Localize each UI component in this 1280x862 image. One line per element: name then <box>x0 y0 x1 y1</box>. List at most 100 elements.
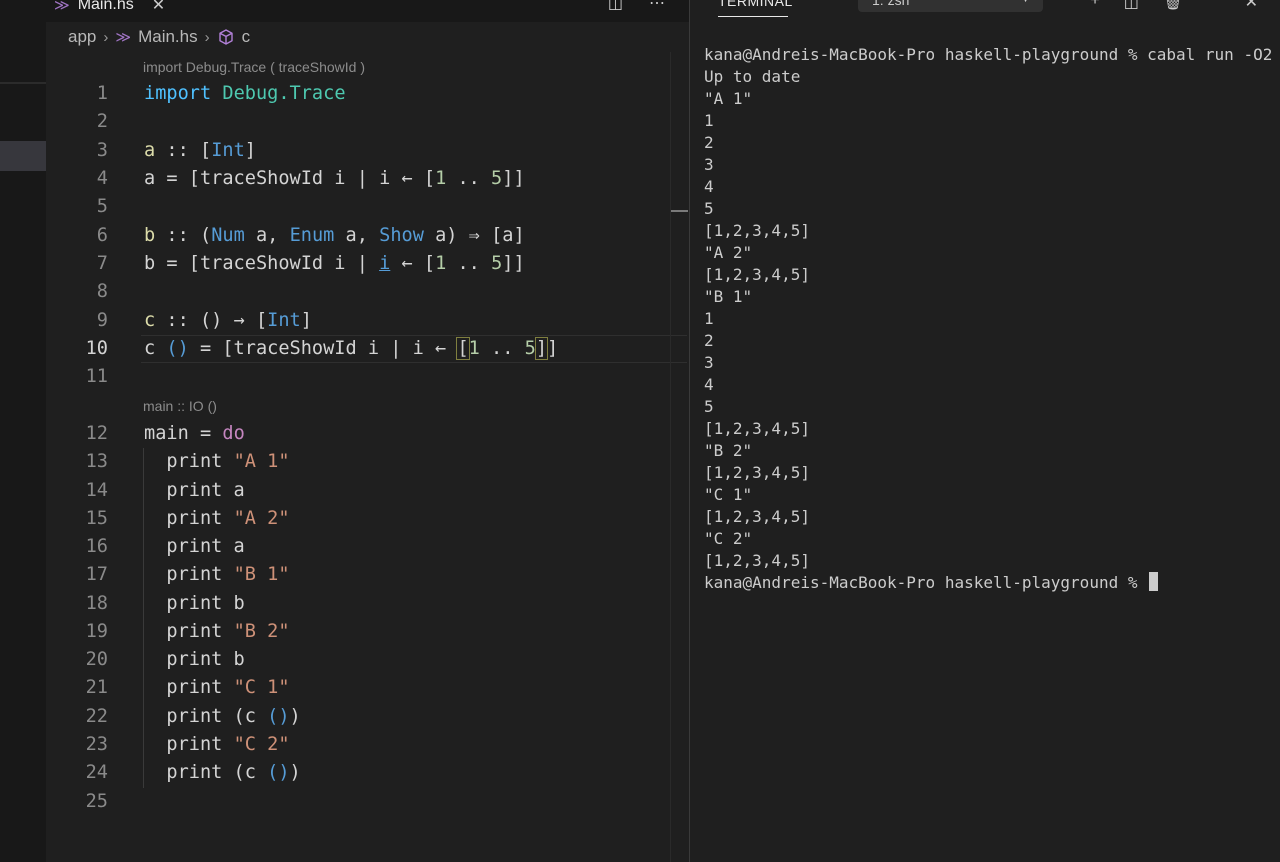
breadcrumb-symbol[interactable]: c <box>242 27 251 47</box>
terminal-prompt: kana@Andreis-MacBook-Pro haskell-playgro… <box>704 573 1148 592</box>
code-line[interactable]: 11 <box>46 363 686 391</box>
line-number: 19 <box>85 621 108 642</box>
terminal-prompt-line[interactable]: kana@Andreis-MacBook-Pro haskell-playgro… <box>704 572 1272 594</box>
symbol-cube-icon <box>217 28 235 46</box>
close-panel-icon[interactable]: ✕ <box>1245 0 1258 12</box>
code-line[interactable]: 24 print (c ()) <box>46 759 686 787</box>
sidebar-active-item[interactable] <box>0 141 46 171</box>
split-editor-icon[interactable]: ◫ <box>608 0 623 13</box>
code-text[interactable]: b = [traceShowId i | i ← [1 .. 5]] <box>144 250 525 278</box>
code-token: a, <box>334 225 380 246</box>
code-line[interactable]: 5 <box>46 193 686 221</box>
code-token: a, <box>244 225 290 246</box>
code-line[interactable]: 18 print b <box>46 590 686 618</box>
code-token: print (c <box>144 762 268 783</box>
code-text[interactable]: import Debug.Trace <box>144 80 346 108</box>
sidebar-divider <box>0 82 46 84</box>
overview-ruler[interactable] <box>670 52 671 862</box>
more-icon[interactable]: ··· <box>818 0 834 8</box>
code-token: ]] <box>502 253 525 274</box>
code-text[interactable]: print "B 2" <box>144 618 289 646</box>
code-line[interactable]: 25 <box>46 788 686 816</box>
code-text[interactable]: print a <box>144 533 244 561</box>
add-terminal-icon[interactable]: + <box>1090 0 1099 12</box>
code-line[interactable]: 14 print a <box>46 477 686 505</box>
code-token: print <box>144 451 234 472</box>
code-text[interactable]: print "C 2" <box>144 731 289 759</box>
code-line[interactable]: 22 print (c ()) <box>46 703 686 731</box>
code-line[interactable]: 7 b = [traceShowId i | i ← [1 .. 5]] <box>46 250 686 278</box>
line-number: 13 <box>85 451 108 472</box>
code-line[interactable]: 15 print "A 2" <box>46 505 686 533</box>
code-text[interactable]: print "B 1" <box>144 561 289 589</box>
code-token: a <box>144 140 156 161</box>
code-line[interactable]: 19 print "B 2" <box>46 618 686 646</box>
code-token: 5 <box>491 168 503 189</box>
code-line[interactable]: 17 print "B 1" <box>46 561 686 589</box>
terminal-line: 3 <box>704 353 714 372</box>
code-text[interactable]: print "A 2" <box>144 505 289 533</box>
code-token: print <box>144 508 234 529</box>
chevron-right-icon: › <box>103 28 109 46</box>
line-number: 23 <box>85 734 108 755</box>
code-text[interactable]: a = [traceShowId i | i ← [1 .. 5]] <box>144 165 525 193</box>
code-text[interactable]: a :: [Int] <box>144 137 256 165</box>
breadcrumb-folder[interactable]: app <box>68 27 96 47</box>
code-line[interactable]: 8 <box>46 278 686 306</box>
code-line[interactable]: 12 main = do <box>46 420 686 448</box>
line-number: 12 <box>85 423 108 444</box>
close-icon[interactable]: ✕ <box>152 0 165 15</box>
code-line[interactable]: 10 c () = [traceShowId i | i ← [1 .. 5]] <box>46 335 686 363</box>
line-number: 16 <box>85 536 108 557</box>
breadcrumb-file[interactable]: Main.hs <box>138 27 198 47</box>
code-line[interactable]: 23 print "C 2" <box>46 731 686 759</box>
terminal-line: [1,2,3,4,5] <box>704 507 810 526</box>
code-line[interactable]: 6 b :: (Num a, Enum a, Show a) ⇒ [a] <box>46 222 686 250</box>
code-text[interactable]: print "C 1" <box>144 674 289 702</box>
code-line[interactable]: 3 a :: [Int] <box>46 137 686 165</box>
code-token: .. <box>446 168 492 189</box>
tab-main-hs[interactable]: ≫ Main.hs ✕ <box>54 0 165 16</box>
line-number: 24 <box>85 762 108 783</box>
tab-terminal[interactable]: TERMINAL <box>718 0 793 9</box>
code-text[interactable]: b :: (Num a, Enum a, Show a) ⇒ [a] <box>144 222 525 250</box>
terminal-line: 5 <box>704 397 714 416</box>
line-number: 9 <box>96 310 108 331</box>
code-token: () <box>267 762 290 783</box>
code-token: ] <box>244 140 256 161</box>
code-line[interactable]: 13 print "A 1" <box>46 448 686 476</box>
more-actions-icon[interactable]: ⋯ <box>649 0 665 13</box>
code-text[interactable]: c :: () → [Int] <box>144 307 312 335</box>
terminal-output[interactable]: kana@Andreis-MacBook-Pro haskell-playgro… <box>704 44 1272 594</box>
code-line[interactable]: 20 print b <box>46 646 686 674</box>
code-text[interactable]: main = do <box>144 420 245 448</box>
chevron-up-icon[interactable]: ⌃ <box>1207 0 1220 12</box>
code-text[interactable]: print (c ()) <box>144 759 300 787</box>
code-token: 1 <box>435 253 447 274</box>
code-token: :: ( <box>155 225 212 246</box>
code-text[interactable]: print b <box>144 646 244 674</box>
codelens-import[interactable]: import Debug.Trace ( traceShowId ) <box>143 59 365 75</box>
code-text[interactable]: c () = [traceShowId i | i ← [1 .. 5]] <box>144 335 558 363</box>
code-text[interactable]: print (c ()) <box>144 703 300 731</box>
trash-icon[interactable]: 🗑 <box>1163 0 1183 12</box>
code-line[interactable]: 4 a = [traceShowId i | i ← [1 .. 5]] <box>46 165 686 193</box>
code-token: print b <box>144 593 245 614</box>
codelens-main-signature[interactable]: main :: IO () <box>143 398 217 414</box>
code-line[interactable]: 16 print a <box>46 533 686 561</box>
terminal-line: "B 1" <box>704 287 753 306</box>
code-text[interactable]: print "A 1" <box>144 448 289 476</box>
code-text[interactable]: print b <box>144 590 245 618</box>
terminal-shell-select[interactable]: 1: zsh ▼ <box>858 0 1043 12</box>
code-line[interactable]: 1 import Debug.Trace <box>46 80 686 108</box>
code-text[interactable]: print a <box>144 477 244 505</box>
code-token: 5 <box>491 253 503 274</box>
terminal-line: "A 2" <box>704 243 753 262</box>
code-line[interactable]: 21 print "C 1" <box>46 674 686 702</box>
code-line[interactable]: 9 c :: () → [Int] <box>46 307 686 335</box>
split-terminal-icon[interactable]: ◫ <box>1124 0 1139 12</box>
code-token: ] <box>547 338 559 359</box>
code-line[interactable]: 2 <box>46 108 686 136</box>
code-token: c <box>144 338 167 359</box>
